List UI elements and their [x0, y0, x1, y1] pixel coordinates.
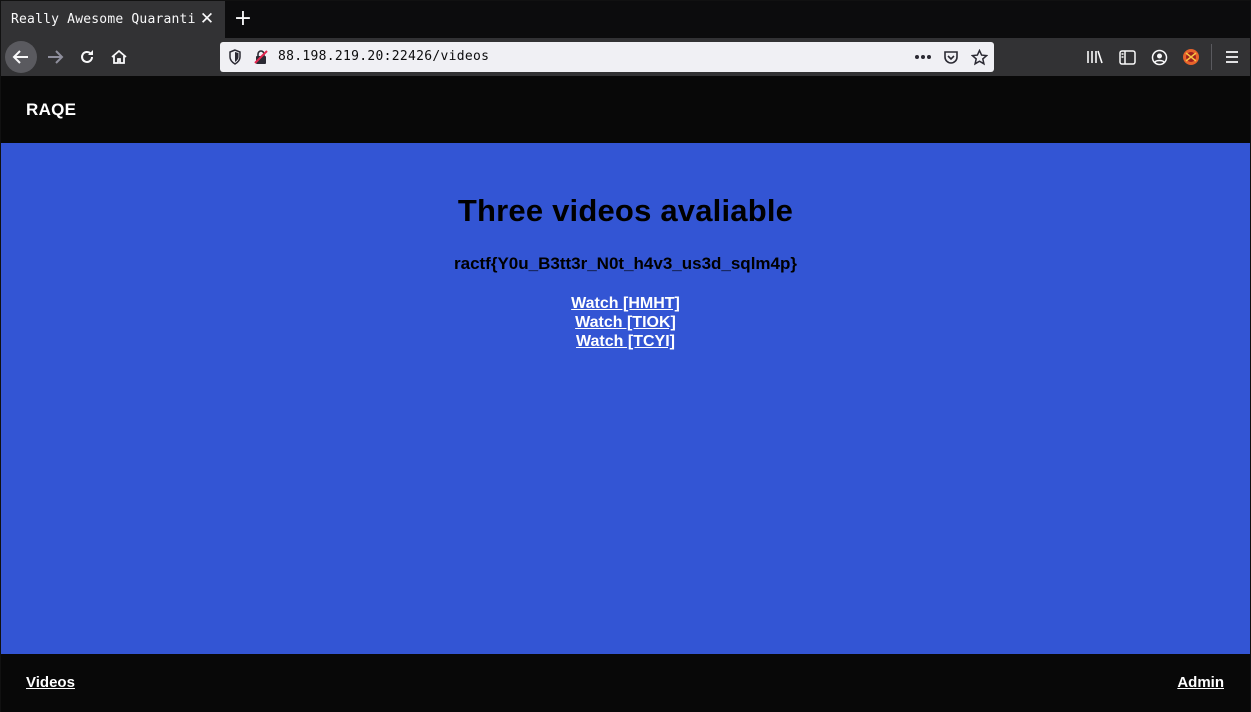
active-tab[interactable]: Really Awesome Quaranti ✕ [1, 1, 225, 38]
home-icon[interactable] [103, 41, 135, 73]
plus-icon[interactable]: + [231, 7, 255, 31]
page-title: Three videos avaliable [457, 193, 794, 228]
main-content: Three videos avaliable ractf{Y0u_B3tt3r_… [1, 143, 1250, 654]
close-icon[interactable]: ✕ [197, 9, 217, 29]
hamburger-menu-icon[interactable] [1223, 48, 1241, 66]
site-footer: Videos Admin [1, 654, 1250, 712]
library-icon[interactable] [1086, 48, 1104, 66]
more-dots-icon[interactable] [914, 48, 932, 66]
url-bar[interactable]: 88.198.219.20:22426/videos [220, 42, 994, 72]
navigation-toolbar: 88.198.219.20:22426/videos [1, 38, 1250, 76]
toolbar-separator [1211, 44, 1212, 70]
tab-strip: Really Awesome Quaranti ✕ + [1, 1, 1250, 38]
site-header: RAQE [1, 76, 1250, 143]
watch-link-tiok[interactable]: Watch [TIOK] [575, 313, 676, 332]
footer-admin-link[interactable]: Admin [1177, 674, 1224, 691]
flag-text: ractf{Y0u_B3tt3r_N0t_h4v3_us3d_sqlm4p} [454, 254, 797, 273]
video-links: Watch [HMHT] Watch [TIOK] Watch [TCYI] [1, 294, 1250, 351]
tab-title: Really Awesome Quaranti [11, 12, 196, 27]
browser-window: Really Awesome Quaranti ✕ + 88.198.219.2… [0, 0, 1251, 712]
url-text: 88.198.219.20:22426/videos [278, 49, 490, 64]
footer-videos-link[interactable]: Videos [26, 674, 75, 691]
insecure-lock-icon[interactable] [252, 48, 270, 66]
watch-link-hmht[interactable]: Watch [HMHT] [571, 294, 680, 313]
back-arrow-icon[interactable] [5, 41, 37, 73]
watch-link-tcyi[interactable]: Watch [TCYI] [576, 332, 675, 351]
pocket-icon[interactable] [942, 48, 960, 66]
site-brand[interactable]: RAQE [26, 100, 76, 120]
web-page: RAQE Three videos avaliable ractf{Y0u_B3… [1, 76, 1250, 712]
forward-arrow-icon[interactable] [39, 41, 71, 73]
shield-icon[interactable] [226, 48, 244, 66]
reload-icon[interactable] [71, 41, 103, 73]
extension-icon[interactable] [1182, 48, 1200, 66]
star-icon[interactable] [970, 48, 988, 66]
sidebar-icon[interactable] [1118, 48, 1136, 66]
account-icon[interactable] [1150, 48, 1168, 66]
